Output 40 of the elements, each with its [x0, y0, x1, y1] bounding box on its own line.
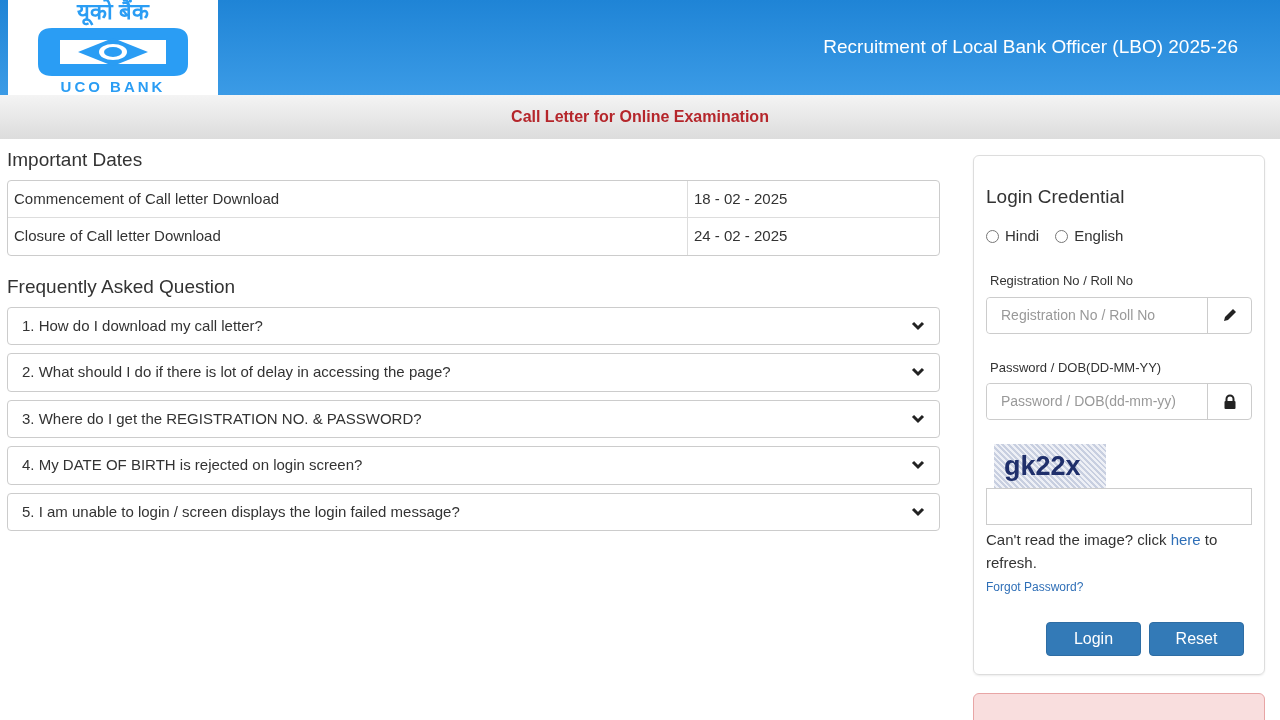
- site-title: Recruitment of Local Bank Officer (LBO) 2025-26: [823, 35, 1238, 60]
- faq-question: 2. What should I do if there is lot of delay in accessing the page?: [22, 362, 451, 383]
- language-radio[interactable]: English: [1055, 224, 1124, 248]
- forgot-password-link[interactable]: Forgot Password?: [986, 578, 1084, 597]
- table-cell-text: 24 - 02 - 2025: [693, 226, 789, 247]
- captcha-help-text: Can't read the image? click here to refresh.: [986, 530, 1219, 573]
- section-heading: Frequently Asked Question: [7, 275, 237, 299]
- faq-question: 4. My DATE OF BIRTH is rejected on login screen?: [22, 455, 363, 476]
- pencil-icon: [1221, 307, 1238, 324]
- faq-item[interactable]: 1. How do I download my call letter?: [7, 306, 940, 346]
- logo-english-text: UCO BANK: [60, 79, 166, 95]
- chevron-icon: [911, 460, 925, 471]
- table-cell-text: 18 - 02 - 2025: [693, 188, 789, 209]
- language-radio[interactable]: Hindi: [986, 224, 1040, 248]
- table-cell: Commencement of Call letter Download: [8, 180, 688, 218]
- faq-item[interactable]: 2. What should I do if there is lot of delay in accessing the page?: [7, 353, 940, 392]
- chevron-icon: [911, 320, 925, 331]
- chevron-icon: [911, 413, 925, 424]
- logo-emblem-icon: [38, 27, 188, 76]
- field-label: Registration No / Roll No: [990, 272, 1135, 291]
- refresh-link[interactable]: here: [1170, 531, 1201, 549]
- chevron-icon: [911, 506, 925, 517]
- action-button[interactable]: Login: [1046, 621, 1141, 656]
- faq-question: 5. I am unable to login / screen displays the login failed message?: [22, 501, 460, 522]
- captcha-field[interactable]: [986, 488, 1252, 526]
- chevron-icon: [911, 367, 925, 378]
- action-button[interactable]: Reset: [1149, 621, 1244, 656]
- faq-item[interactable]: 3. Where do I get the REGISTRATION NO. & PASSWORD?: [7, 399, 940, 439]
- faq-question: 1. How do I download my call letter?: [22, 315, 263, 336]
- card-heading: Login Credential: [986, 186, 1126, 209]
- section-heading: Important Dates: [7, 149, 144, 172]
- page-title: Call Letter for Online Examination: [511, 107, 769, 127]
- table-cell: Closure of Call letter Download: [8, 218, 688, 255]
- field-label: Password / DOB(DD-MM-YY): [990, 358, 1163, 377]
- faq-question: 3. Where do I get the REGISTRATION NO. & PASSWORD?: [22, 408, 422, 429]
- captcha-image: gk22x: [994, 444, 1106, 489]
- faq-item[interactable]: 4. My DATE OF BIRTH is rejected on login screen?: [7, 446, 940, 485]
- faq-item[interactable]: 5. I am unable to login / screen displays the login failed message?: [7, 492, 940, 532]
- input-group-field[interactable]: Registration No / Roll No: [986, 296, 1252, 334]
- input-group-field[interactable]: Password / DOB(dd-mm-yy): [986, 383, 1252, 421]
